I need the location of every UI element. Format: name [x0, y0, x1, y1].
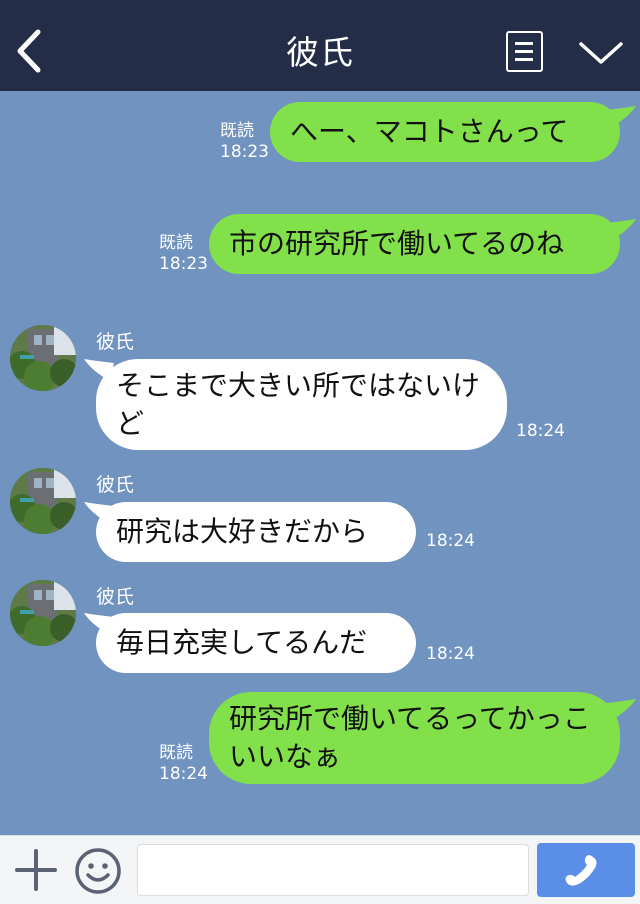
message-time: 18:23	[159, 254, 208, 274]
phone-icon	[565, 855, 597, 886]
message-input[interactable]	[137, 844, 529, 896]
message-bubble[interactable]: 研究は大好きだから	[96, 502, 416, 562]
message-time: 18:24	[516, 421, 565, 441]
message-composer	[0, 835, 640, 904]
sender-name: 彼氏	[96, 331, 135, 353]
sender-name: 彼氏	[96, 586, 135, 608]
read-receipt: 既読	[159, 743, 193, 763]
smiley-icon[interactable]	[74, 847, 122, 895]
message-time: 18:24	[426, 644, 475, 664]
call-button[interactable]	[537, 843, 635, 897]
avatar[interactable]	[10, 580, 76, 646]
avatar[interactable]	[10, 468, 76, 534]
message-bubble[interactable]: 毎日充実してるんだ	[96, 613, 416, 673]
plus-icon[interactable]	[14, 848, 58, 892]
message-bubble[interactable]: 研究所で働いてるってかっこいいなぁ	[209, 692, 620, 784]
message-bubble[interactable]: へー、マコトさんって	[270, 102, 620, 162]
message-time: 18:24	[426, 531, 475, 551]
chat-title: 彼氏	[286, 33, 354, 72]
chevron-down-icon[interactable]	[578, 38, 624, 68]
avatar[interactable]	[10, 325, 76, 391]
read-receipt: 既読	[159, 233, 193, 253]
message-bubble[interactable]: そこまで大きい所ではないけど	[96, 359, 507, 450]
menu-list-icon[interactable]	[506, 31, 543, 72]
read-receipt: 既読	[220, 121, 254, 141]
message-time: 18:23	[220, 142, 269, 162]
message-list[interactable]: 既読 18:23 へー、マコトさんって 既読 18:23 市の研究所で働いてるの…	[0, 91, 640, 835]
message-bubble[interactable]: 市の研究所で働いてるのね	[209, 214, 620, 274]
sender-name: 彼氏	[96, 474, 135, 496]
chat-header: 彼氏	[0, 0, 640, 91]
message-time: 18:24	[159, 764, 208, 784]
